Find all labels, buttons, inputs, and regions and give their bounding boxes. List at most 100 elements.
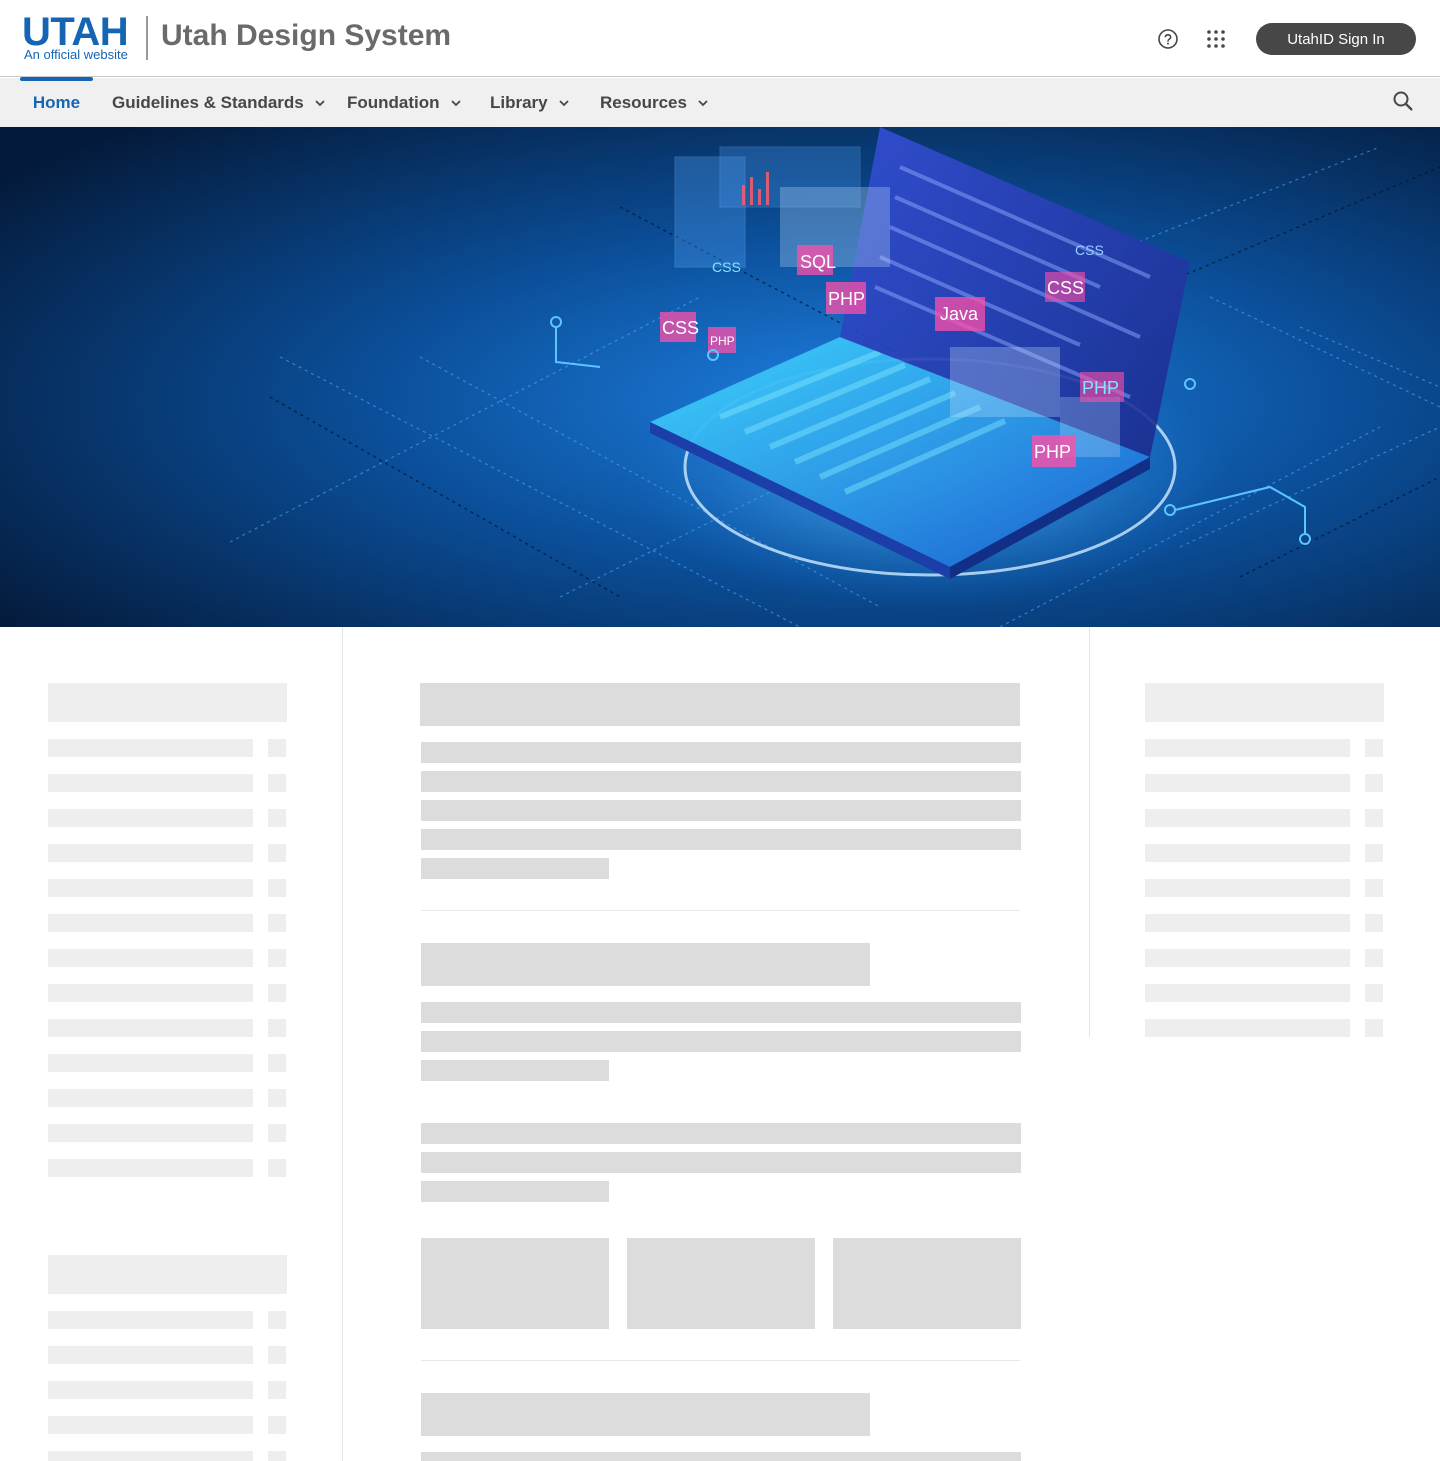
official-website-label: An official website — [24, 47, 128, 62]
skeleton-title — [420, 683, 1020, 726]
skeleton-list-row — [48, 1019, 253, 1037]
skeleton-list-row — [48, 739, 253, 757]
skeleton-list-count — [268, 809, 286, 827]
skeleton-list-row — [1145, 809, 1350, 827]
nav-item-label: Library — [490, 92, 548, 112]
skeleton-line — [421, 858, 609, 879]
skeleton-heading — [1145, 683, 1384, 722]
hero-laptop-illustration: CSS PHP SQL PHP Java CSS PHP PHP CSS CSS — [0, 127, 1440, 627]
skeleton-list-row — [1145, 914, 1350, 932]
skeleton-line — [421, 742, 1021, 763]
skeleton-list-count — [268, 914, 286, 932]
skeleton-list-row — [48, 879, 253, 897]
utahid-sign-in-button[interactable]: UtahID Sign In — [1256, 23, 1416, 55]
skeleton-list-row — [1145, 879, 1350, 897]
skeleton-list-row — [48, 774, 253, 792]
svg-text:CSS: CSS — [1047, 278, 1084, 298]
help-button[interactable] — [1156, 27, 1180, 51]
skeleton-list-row — [1145, 949, 1350, 967]
search-button[interactable] — [1392, 90, 1416, 114]
nav-item-label: Guidelines & Standards — [112, 92, 304, 112]
skeleton-line — [421, 1181, 609, 1202]
skeleton-list-row — [48, 1416, 253, 1434]
skeleton-subtitle — [421, 1393, 870, 1436]
grid-dots-icon — [1207, 30, 1225, 48]
skeleton-line — [421, 829, 1021, 850]
skeleton-list-count — [268, 1124, 286, 1142]
logo-divider — [146, 16, 148, 60]
skeleton-line — [421, 1031, 1021, 1052]
right-column-divider — [1089, 627, 1090, 1037]
skeleton-list-count — [1365, 739, 1383, 757]
skeleton-list-row — [48, 1089, 253, 1107]
skeleton-list-count — [268, 739, 286, 757]
skeleton-list-row — [48, 1124, 253, 1142]
skeleton-list-row — [48, 1451, 253, 1461]
chevron-down-icon — [314, 99, 326, 107]
skeleton-list-row — [1145, 774, 1350, 792]
nav-item-label: Foundation — [347, 92, 440, 112]
svg-text:PHP: PHP — [1082, 378, 1119, 398]
site-title[interactable]: Utah Design System — [161, 16, 451, 56]
skeleton-list-count — [1365, 879, 1383, 897]
chevron-down-icon — [558, 99, 570, 107]
search-icon — [1393, 91, 1413, 111]
skeleton-heading — [48, 683, 287, 722]
utah-logo[interactable]: UTAH An official website — [22, 10, 134, 64]
skeleton-list-count — [268, 1416, 286, 1434]
skeleton-list-count — [1365, 949, 1383, 967]
svg-text:PHP: PHP — [828, 289, 865, 309]
skeleton-list-count — [268, 1054, 286, 1072]
skeleton-list-row — [1145, 1019, 1350, 1037]
skeleton-card — [421, 1238, 609, 1329]
skeleton-list-count — [268, 774, 286, 792]
skeleton-list-row — [48, 984, 253, 1002]
skeleton-line — [421, 1152, 1021, 1173]
skeleton-list-row — [1145, 844, 1350, 862]
chevron-down-icon — [697, 99, 709, 107]
skeleton-list-count — [268, 949, 286, 967]
svg-text:PHP: PHP — [710, 334, 735, 348]
skeleton-line — [421, 1452, 1021, 1461]
skeleton-list-row — [48, 914, 253, 932]
skeleton-line — [421, 771, 1021, 792]
left-column-divider — [342, 627, 343, 1461]
skeleton-list-count — [268, 1019, 286, 1037]
skeleton-list-row — [48, 1346, 253, 1364]
nav-item-guidelines-standards[interactable]: Guidelines & Standards — [112, 78, 326, 127]
skeleton-list-row — [48, 1159, 253, 1177]
svg-text:CSS: CSS — [662, 318, 699, 338]
skeleton-line — [421, 1123, 1021, 1144]
skeleton-list-row — [48, 844, 253, 862]
skeleton-list-row — [1145, 984, 1350, 1002]
skeleton-list-count — [1365, 1019, 1383, 1037]
svg-text:SQL: SQL — [800, 252, 836, 272]
skeleton-list-count — [268, 1346, 286, 1364]
skeleton-list-row — [48, 1381, 253, 1399]
skeleton-card — [627, 1238, 815, 1329]
svg-text:Java: Java — [940, 304, 979, 324]
skeleton-list-count — [268, 984, 286, 1002]
skeleton-heading — [48, 1255, 287, 1294]
skeleton-list-count — [268, 1089, 286, 1107]
skeleton-list-count — [1365, 774, 1383, 792]
svg-text:PHP: PHP — [1034, 442, 1071, 462]
apps-button[interactable] — [1204, 27, 1228, 51]
skeleton-list-row — [1145, 739, 1350, 757]
skeleton-list-row — [48, 1054, 253, 1072]
nav-item-label: Home — [32, 92, 81, 112]
site-header: UTAH An official website Utah Design Sys… — [0, 0, 1440, 77]
skeleton-list-count — [268, 1159, 286, 1177]
skeleton-card — [833, 1238, 1021, 1329]
skeleton-subtitle — [421, 943, 870, 986]
skeleton-list-count — [1365, 984, 1383, 1002]
skeleton-list-count — [268, 1451, 286, 1461]
skeleton-list-count — [1365, 844, 1383, 862]
nav-item-resources[interactable]: Resources — [600, 78, 709, 127]
nav-item-foundation[interactable]: Foundation — [347, 78, 462, 127]
nav-item-library[interactable]: Library — [490, 78, 570, 127]
skeleton-line — [421, 1060, 609, 1081]
svg-text:CSS: CSS — [712, 259, 741, 275]
nav-item-home[interactable]: Home — [20, 77, 93, 127]
skeleton-line — [421, 800, 1021, 821]
